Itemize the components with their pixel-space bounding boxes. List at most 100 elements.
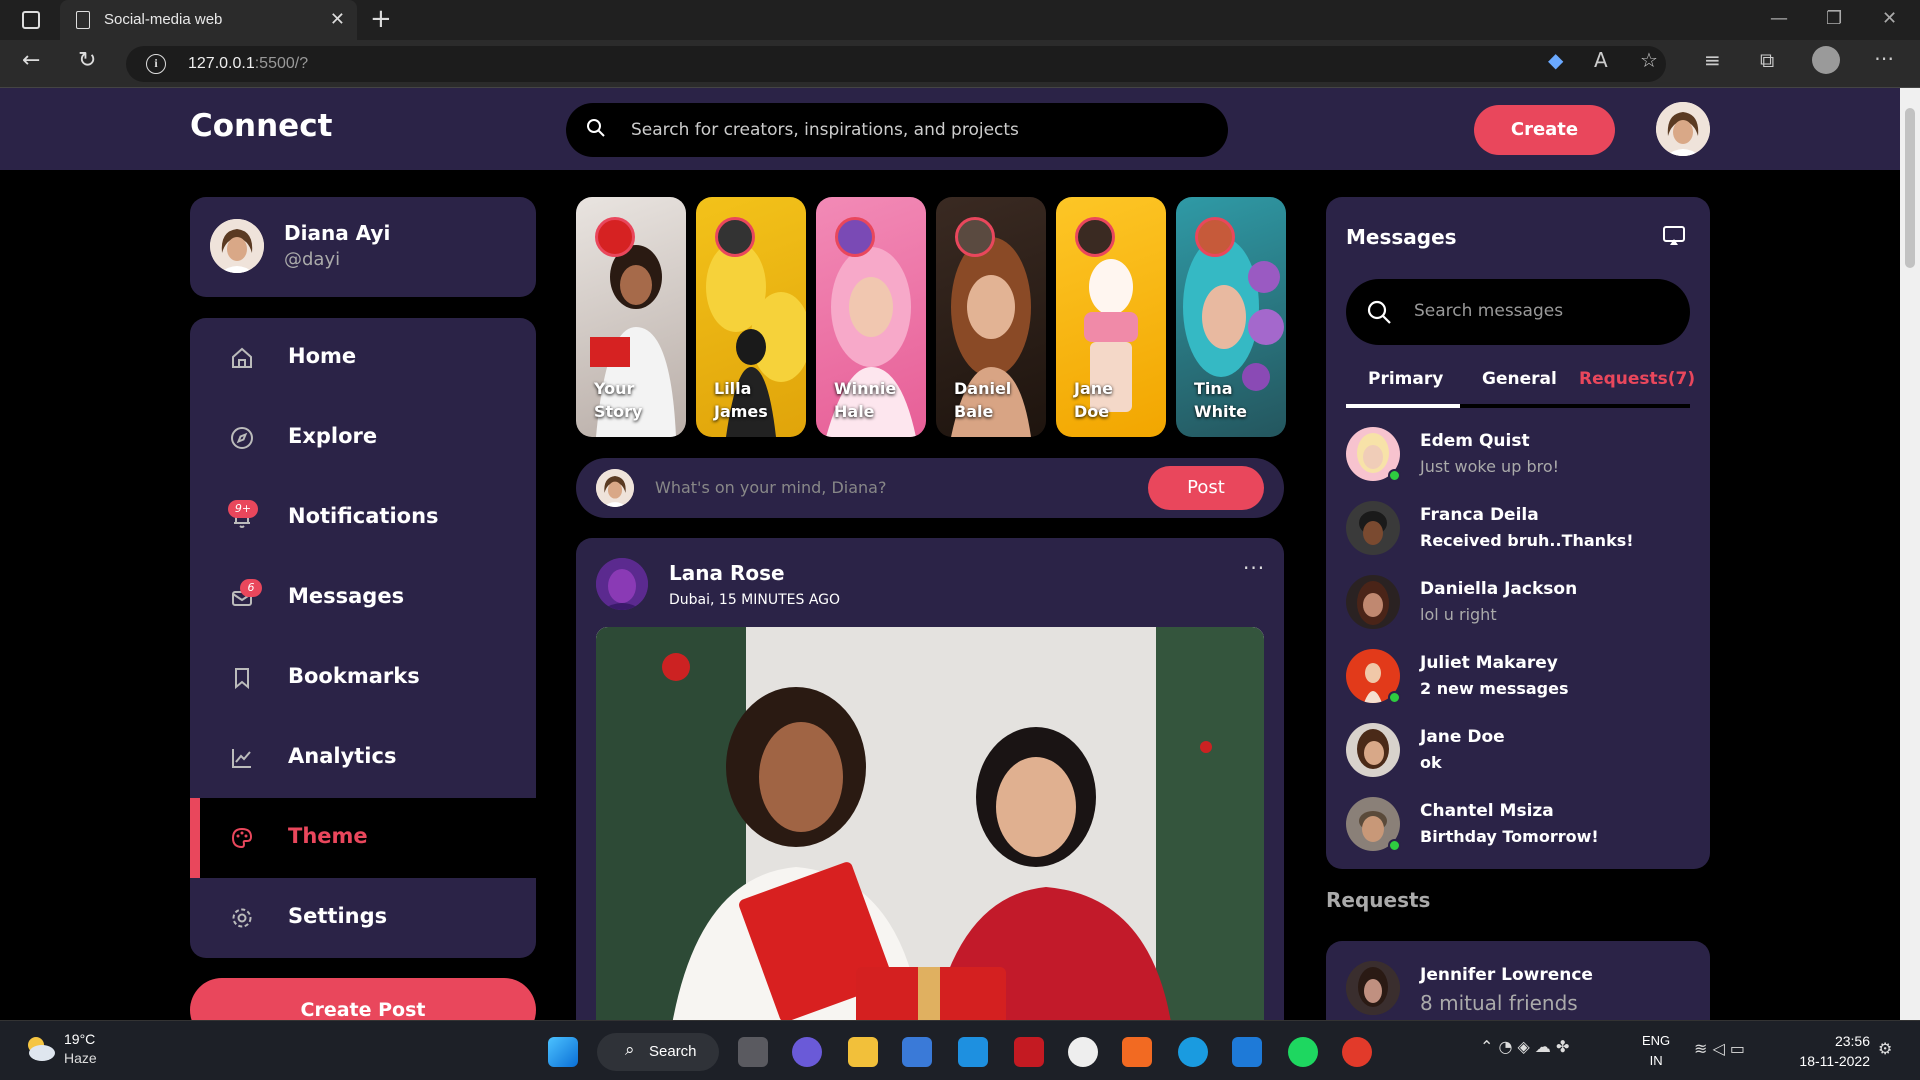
requests-title: Requests: [1326, 888, 1431, 912]
message-sender: Edem Quist: [1420, 431, 1530, 451]
profile-icon[interactable]: [1812, 46, 1840, 74]
minimize-icon[interactable]: —: [1770, 8, 1788, 29]
read-aloud-icon[interactable]: A: [1594, 48, 1608, 72]
message-row[interactable]: Daniella Jackson lol u right: [1346, 575, 1690, 635]
system-tray[interactable]: ⌃ ◔ ◈ ☁ ✤: [1480, 1037, 1569, 1056]
post-author[interactable]: Lana Rose: [669, 561, 785, 585]
favorite-icon[interactable]: ☆: [1640, 48, 1658, 72]
vscode-icon[interactable]: [1232, 1037, 1262, 1067]
close-window-icon[interactable]: ✕: [1882, 8, 1897, 29]
message-sender: Chantel Msiza: [1420, 801, 1554, 821]
sidebar-item-analytics[interactable]: Analytics: [190, 718, 536, 798]
meet-icon[interactable]: [792, 1037, 822, 1067]
create-post-button[interactable]: Create Post: [190, 978, 536, 1020]
message-preview: ok: [1420, 753, 1442, 772]
message-sender: Jane Doe: [1420, 727, 1505, 747]
message-row[interactable]: Edem Quist Just woke up bro!: [1346, 427, 1690, 487]
search-input[interactable]: Search for creators, inspirations, and p…: [566, 103, 1228, 157]
language-indicator[interactable]: ENG IN: [1642, 1031, 1670, 1071]
composer-input[interactable]: What's on your mind, Diana?: [655, 478, 886, 497]
spotify-icon[interactable]: [1288, 1037, 1318, 1067]
tab-underline: [1346, 404, 1690, 408]
file-explorer-icon[interactable]: [848, 1037, 878, 1067]
story-card[interactable]: Tina White: [1176, 197, 1286, 437]
chart-icon: [232, 749, 251, 768]
sidebar-item-notifications[interactable]: 9+ Notifications: [190, 478, 536, 558]
message-row[interactable]: Juliet Makarey 2 new messages: [1346, 649, 1690, 709]
story-card[interactable]: Lilla James: [696, 197, 806, 437]
mcafee-icon[interactable]: [1014, 1037, 1044, 1067]
favorites-icon[interactable]: ≡: [1704, 48, 1721, 72]
sidebar-item-explore[interactable]: Explore: [190, 398, 536, 478]
story-name: Lilla James: [714, 379, 768, 421]
tab-general[interactable]: General: [1482, 369, 1557, 389]
page-icon: [76, 11, 90, 29]
chrome-icon[interactable]: [1342, 1037, 1372, 1067]
message-row[interactable]: Chantel Msiza Birthday Tomorrow!: [1346, 797, 1690, 857]
task-view-icon[interactable]: [738, 1037, 768, 1067]
scrollbar-thumb[interactable]: [1905, 108, 1915, 268]
new-tab-icon[interactable]: +: [370, 4, 392, 34]
avatar: [210, 219, 264, 273]
restore-icon[interactable]: ❐: [1826, 8, 1842, 29]
create-button[interactable]: Create: [1474, 105, 1615, 155]
app-l-icon[interactable]: [958, 1037, 988, 1067]
message-search-input[interactable]: Search messages: [1346, 279, 1690, 345]
sidebar-item-home[interactable]: Home: [190, 318, 536, 398]
logo[interactable]: Connect: [190, 108, 332, 144]
address-bar[interactable]: i 127.0.0.1:5500/?: [126, 46, 1666, 82]
story-card[interactable]: Your Story: [576, 197, 686, 437]
sidebar-item-theme[interactable]: Theme: [190, 798, 536, 878]
more-options-icon[interactable]: ...: [1243, 550, 1265, 574]
story-card[interactable]: Jane Doe: [1056, 197, 1166, 437]
tab-requests[interactable]: Requests(7): [1579, 369, 1695, 389]
post-button[interactable]: Post: [1148, 466, 1264, 510]
avatar: [1346, 501, 1400, 555]
request-mutual: 8 mitual friends: [1420, 991, 1578, 1015]
page-viewport: Connect Search for creators, inspiration…: [0, 88, 1900, 1020]
sidebar-item-messages[interactable]: 6 Messages: [190, 558, 536, 638]
weather-widget[interactable]: 19°C Haze: [22, 1031, 97, 1067]
tag-icon[interactable]: ◆: [1548, 48, 1563, 72]
browser-tab[interactable]: Social-media web ✕: [60, 0, 357, 40]
message-preview: Birthday Tomorrow!: [1420, 827, 1599, 846]
tab-primary[interactable]: Primary: [1368, 369, 1443, 389]
profile-card[interactable]: Diana Ayi @dayi: [190, 197, 536, 297]
sidebar: Home Explore 9+ Notifications 6 Messages…: [190, 318, 536, 958]
clock[interactable]: 23:56 18-11-2022: [1790, 1031, 1870, 1071]
store-icon[interactable]: [902, 1037, 932, 1067]
feed-post: Lana Rose Dubai, 15 MINUTES AGO ...: [576, 538, 1284, 1020]
search-icon: [1367, 300, 1391, 324]
compose-icon[interactable]: [1662, 225, 1686, 247]
message-row[interactable]: Franca Deila Received bruh..Thanks!: [1346, 501, 1690, 561]
message-preview: 2 new messages: [1420, 679, 1569, 698]
scrollbar[interactable]: [1900, 88, 1920, 1020]
back-icon[interactable]: ←: [22, 48, 40, 73]
close-tab-icon[interactable]: ✕: [330, 9, 345, 30]
avatar[interactable]: [596, 558, 648, 610]
reload-icon[interactable]: ↻: [78, 48, 96, 73]
app-w-icon[interactable]: [1068, 1037, 1098, 1067]
site-info-icon[interactable]: i: [146, 54, 166, 74]
sidebar-item-settings[interactable]: Settings: [190, 878, 536, 958]
message-preview: Received bruh..Thanks!: [1420, 531, 1634, 550]
tab-actions-icon[interactable]: [22, 11, 40, 29]
story-card[interactable]: Daniel Bale: [936, 197, 1046, 437]
start-icon[interactable]: [548, 1037, 578, 1067]
collections-icon[interactable]: ⧉: [1760, 48, 1774, 72]
address-bar-row: ← ↻ i 127.0.0.1:5500/? ◆ A ☆ ≡ ⧉ ⋯: [0, 40, 1920, 88]
edge-icon[interactable]: [1178, 1037, 1208, 1067]
notification-center-icon[interactable]: ⚙: [1878, 1039, 1892, 1058]
sidebar-item-bookmarks[interactable]: Bookmarks: [190, 638, 536, 718]
xampp-icon[interactable]: [1122, 1037, 1152, 1067]
message-row[interactable]: Jane Doe ok: [1346, 723, 1690, 783]
avatar: [596, 469, 634, 507]
wifi-icon[interactable]: ≋ ◁ ▭: [1694, 1039, 1745, 1058]
search-placeholder: Search messages: [1414, 301, 1564, 321]
story-card[interactable]: Winnie Hale: [816, 197, 926, 437]
story-name: Tina White: [1194, 379, 1248, 421]
taskbar-search[interactable]: ⌕ Search: [597, 1033, 719, 1071]
request-card[interactable]: Jennifer Lowrence 8 mitual friends: [1326, 941, 1710, 1020]
more-icon[interactable]: ⋯: [1874, 46, 1894, 70]
avatar[interactable]: [1656, 102, 1710, 156]
